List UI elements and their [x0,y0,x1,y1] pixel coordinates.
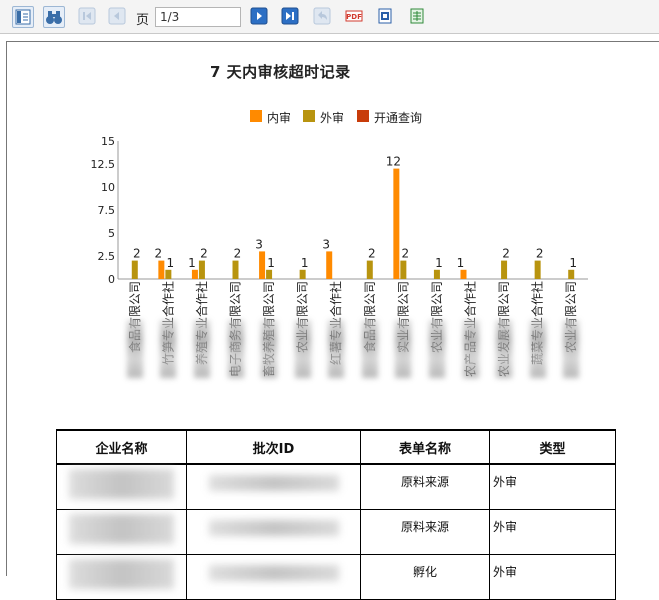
form-name-cell: 孵化 [360,554,490,600]
data-label: 2 [502,247,510,261]
y-tick-label: 2.5 [98,250,116,263]
form-name-cell: 原料来源 [360,509,490,555]
company-cell [56,463,187,510]
y-tick-label: 5 [108,227,115,240]
bar [366,260,373,279]
company-cell [56,509,187,555]
bar [158,260,165,279]
data-label: 2 [200,247,208,261]
redacted-label [529,320,546,378]
bar [165,269,172,279]
y-tick-label: 7.5 [98,204,116,217]
redacted-label [428,320,445,378]
redacted-label [160,320,177,378]
bar [191,269,198,279]
data-label: 12 [386,155,401,169]
bar [198,260,205,279]
col-header-company: 企业名称 [56,429,187,465]
col-header-form-name: 表单名称 [360,429,490,465]
y-tick-label: 12.5 [91,158,116,171]
redacted-label [563,320,580,378]
type-cell: 外审 [489,554,616,600]
redacted-label [227,320,244,378]
data-label: 1 [167,256,175,270]
bar [400,260,407,279]
table-row: 孵化 外审 [56,554,616,600]
y-tick-label: 0 [108,273,115,286]
redacted-label [395,320,412,378]
table-row: 原料来源 外审 [56,509,616,555]
bar [433,269,440,279]
data-label: 3 [322,237,330,251]
bar [259,251,266,279]
timeout-records-table: 企业名称 批次ID 表单名称 类型 原料来源 外审 原料来源 外审 孵化 外审 [56,429,616,600]
bar [232,260,239,279]
y-tick-label: 10 [101,181,115,194]
data-label: 2 [402,247,410,261]
data-label: 2 [368,247,376,261]
batch-id-cell [186,463,361,510]
redacted-label [496,320,513,378]
col-header-type: 类型 [489,429,616,465]
batch-id-cell [186,554,361,600]
data-label: 1 [301,256,309,270]
data-label: 1 [435,256,443,270]
data-label: 2 [234,247,242,261]
bar [131,260,138,279]
data-label: 2 [536,247,544,261]
data-label: 2 [155,247,163,261]
bar [568,269,575,279]
type-cell: 外审 [489,509,616,555]
form-name-cell: 原料来源 [360,463,490,510]
bar [501,260,508,279]
y-tick-label: 15 [101,135,115,148]
data-label: 1 [188,256,196,270]
bar [266,269,273,279]
data-label: 1 [267,256,275,270]
table-header-row: 企业名称 批次ID 表单名称 类型 [56,429,616,465]
redacted-label [361,320,378,378]
data-label: 1 [457,256,465,270]
data-label: 3 [255,237,263,251]
data-label: 2 [133,247,141,261]
redacted-label [193,320,210,378]
data-label: 1 [569,256,577,270]
batch-id-cell [186,509,361,555]
type-cell: 外审 [489,463,616,510]
bar [460,269,467,279]
table-row: 原料来源 外审 [56,463,616,510]
redacted-label [261,320,278,378]
redacted-label [328,320,345,378]
redacted-label [462,320,479,378]
bar [534,260,541,279]
col-header-batch-id: 批次ID [186,429,361,465]
redacted-label [126,320,143,378]
bar [299,269,306,279]
bar [326,251,333,279]
redacted-label [294,320,311,378]
bar [393,168,400,279]
company-cell [56,554,187,600]
